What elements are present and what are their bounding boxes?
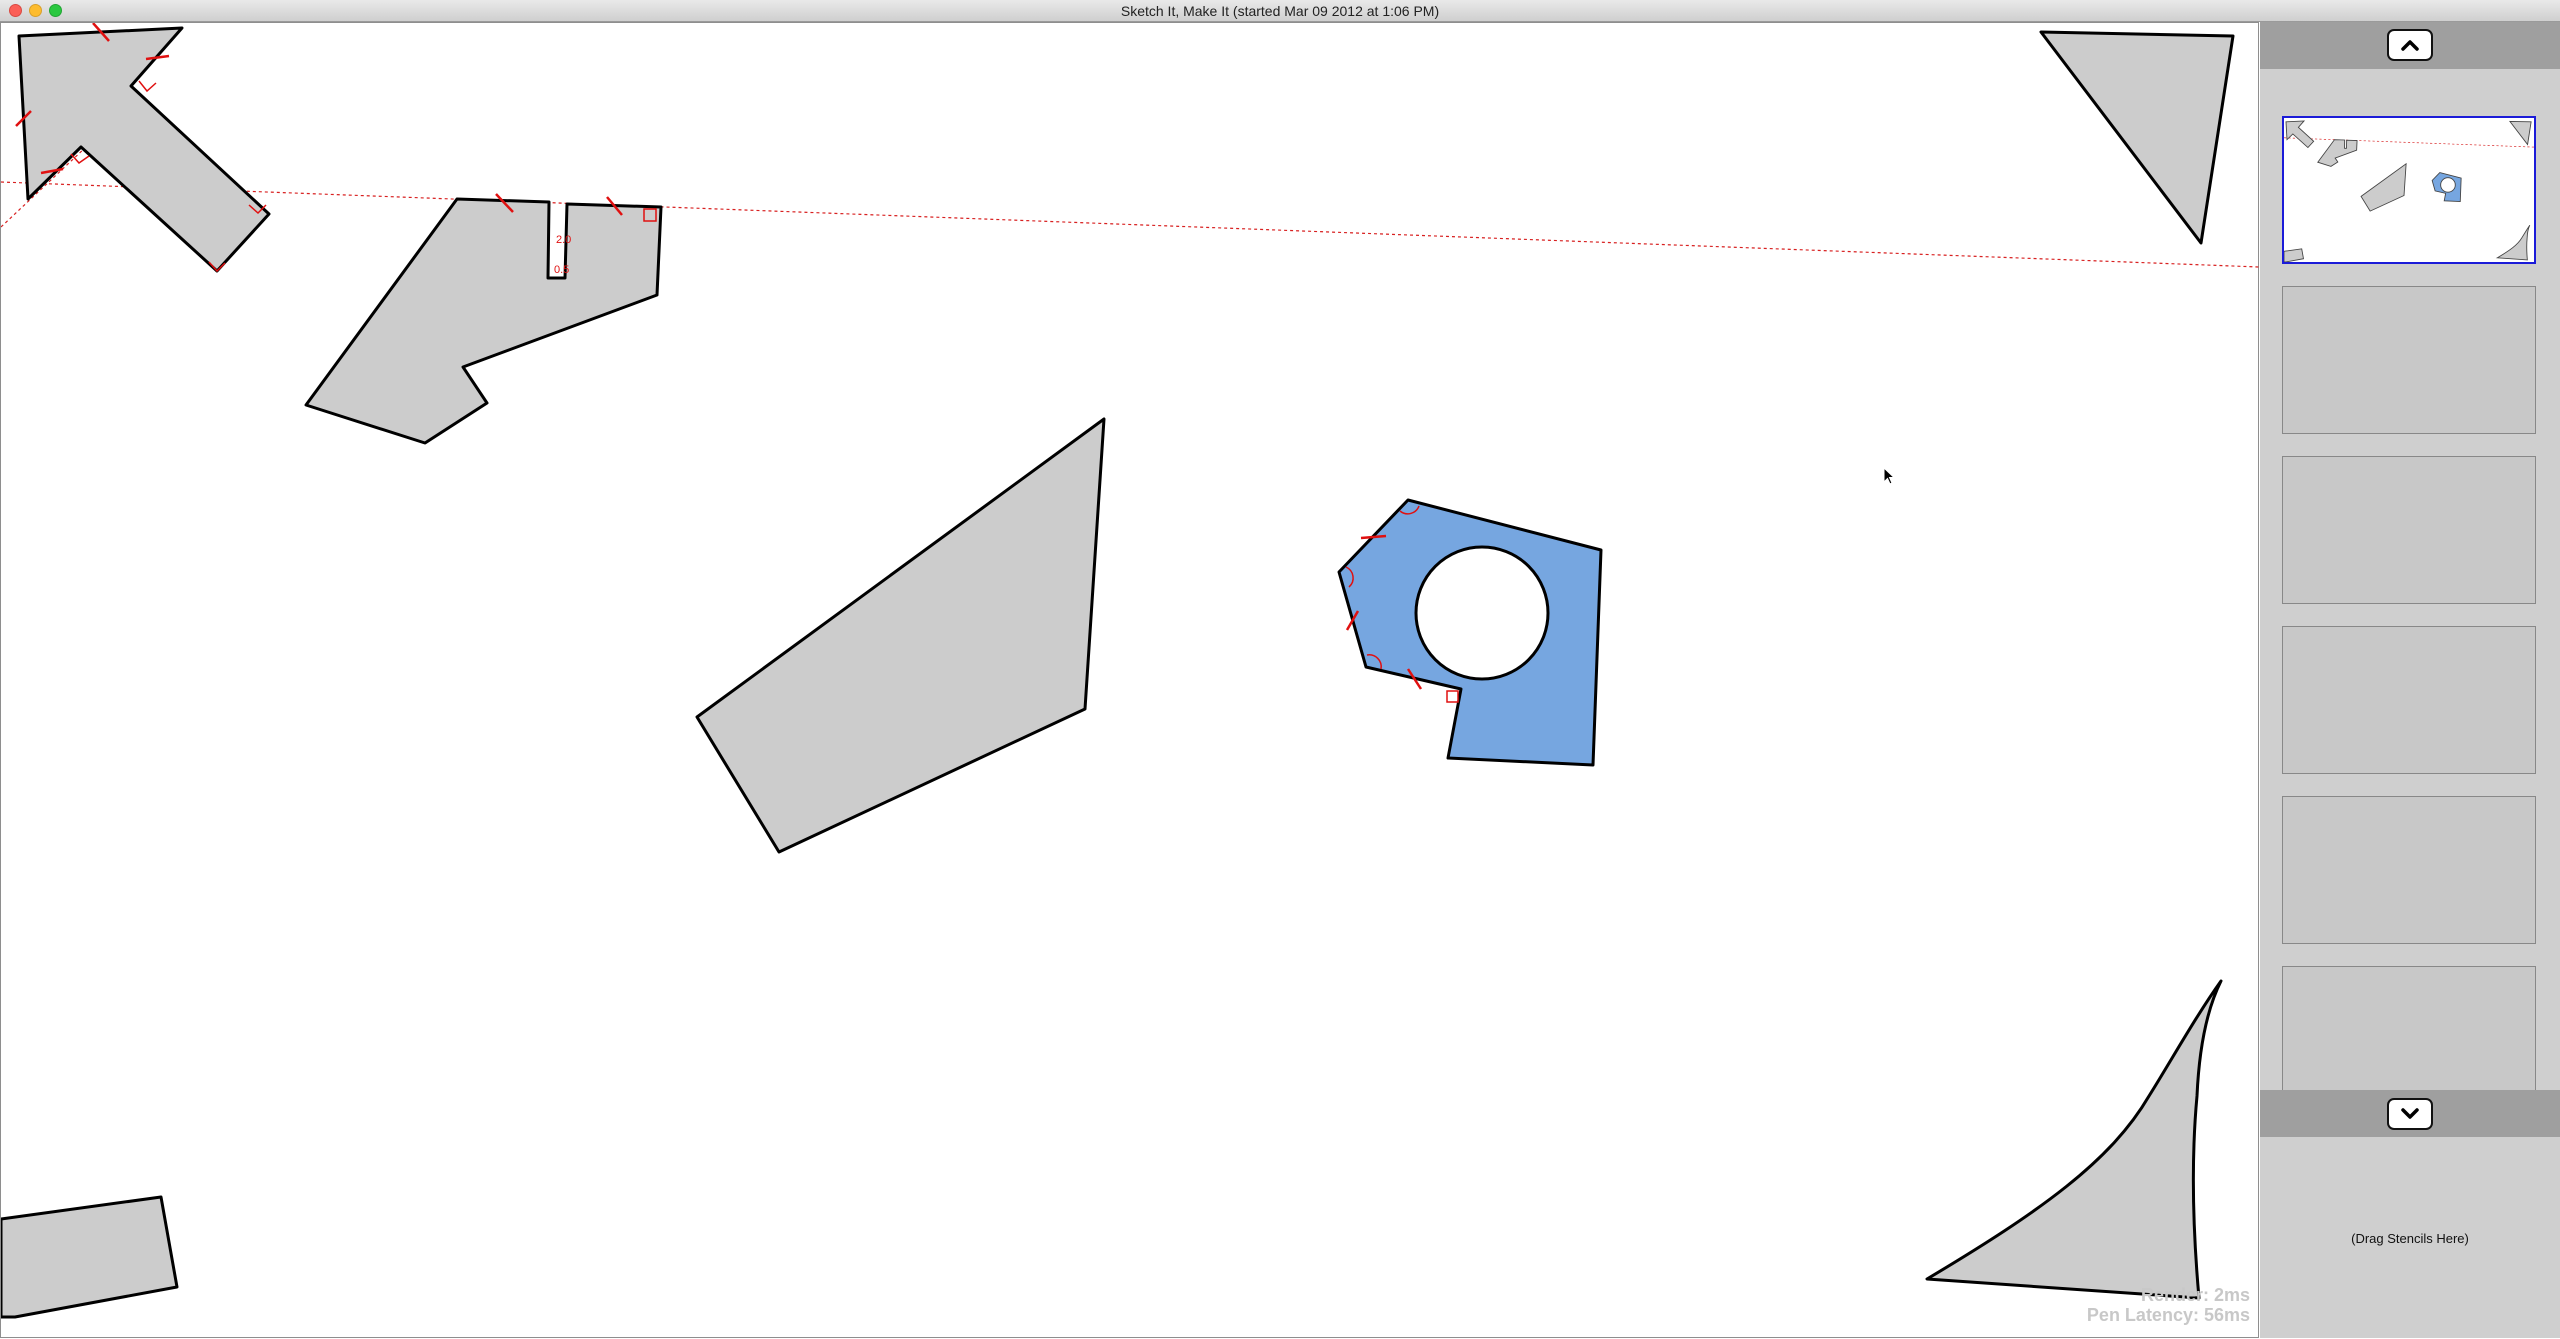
stencil-list (2260, 70, 2560, 1110)
shape-quadrilateral[interactable] (695, 417, 1106, 854)
right-angle-marker (1446, 690, 1459, 703)
scroll-down-bar (2260, 1090, 2560, 1137)
stencil-thumbnail-empty[interactable] (2282, 456, 2536, 604)
performance-stats: Render: 2ms Pen Latency: 56ms (2087, 1285, 2250, 1325)
shape-selected-with-hole[interactable] (1337, 498, 1603, 767)
pen-latency-label: Pen Latency: 56ms (2086, 1305, 2250, 1325)
chevron-down-icon (2401, 1108, 2419, 1119)
shape-slotted-polygon[interactable]: 2.0 0.5 (304, 193, 663, 445)
stencil-drop-zone[interactable]: (Drag Stencils Here) (2260, 1138, 2560, 1338)
window-title: Sketch It, Make It (started Mar 09 2012 … (1120, 3, 1440, 19)
drawing-canvas[interactable]: 2.0 0.5 Render: 2ms Pen Latency: 56ms (0, 22, 2259, 1338)
render-time-label: Render: 2ms (2140, 1285, 2250, 1305)
shape-rectangle-bottom-left[interactable] (1, 1195, 179, 1319)
title-bar: Sketch It, Make It (started Mar 09 2012 … (0, 0, 2560, 22)
shape-arrow[interactable] (15, 23, 271, 273)
stencil-thumbnail-current[interactable] (2282, 116, 2536, 264)
canvas-drawing: 2.0 0.5 (1, 23, 2259, 1319)
drop-zone-label: (Drag Stencils Here) (2351, 1230, 2469, 1246)
stencil-thumbnail-empty[interactable] (2282, 966, 2536, 1110)
mouse-pointer-icon (1883, 466, 1897, 492)
stencil-thumbnail-empty[interactable] (2282, 286, 2536, 434)
shape-triangle-top-right[interactable] (2039, 30, 2235, 245)
scroll-down-button[interactable] (2387, 1098, 2433, 1130)
chevron-up-icon (2401, 40, 2419, 51)
stencil-thumbnail-empty[interactable] (2282, 626, 2536, 774)
alignment-guide-line (1, 181, 2259, 268)
dimension-label: 2.0 (556, 234, 571, 246)
stencil-thumbnail-empty[interactable] (2282, 796, 2536, 944)
scroll-up-button[interactable] (2387, 29, 2433, 61)
stencil-sidebar: (Drag Stencils Here) (2260, 22, 2560, 1338)
dimension-label: 0.5 (554, 264, 569, 276)
shape-curved-triangle[interactable] (1925, 979, 2223, 1300)
thumbnail-preview (2283, 120, 2535, 263)
scroll-up-bar (2260, 22, 2560, 69)
right-angle-marker (138, 80, 157, 93)
